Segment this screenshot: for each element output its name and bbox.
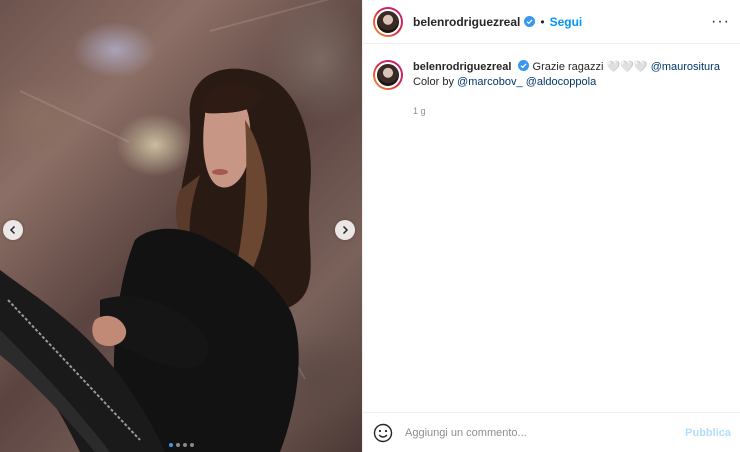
- mention-link[interactable]: @marcobov_: [457, 76, 523, 88]
- chevron-right-icon: [342, 225, 349, 235]
- carousel-dot: [182, 443, 187, 447]
- chevron-left-icon: [9, 225, 16, 235]
- post-caption: belenrodriguezreal Grazie ragazzi 🤍🤍🤍 @m…: [363, 44, 740, 119]
- instagram-post: belenrodriguezreal • Segui ··· belenrodr…: [0, 0, 740, 452]
- post-header: belenrodriguezreal • Segui ···: [363, 0, 740, 44]
- post-media[interactable]: [0, 0, 362, 452]
- woman-photo: [0, 68, 311, 452]
- comment-bar: Pubblica: [363, 412, 740, 452]
- more-horizontal-icon[interactable]: ···: [711, 13, 730, 29]
- author-username[interactable]: belenrodriguezreal: [413, 15, 520, 29]
- mention-link[interactable]: @maurositura: [651, 61, 720, 73]
- mention-link[interactable]: @aldocoppola: [526, 76, 597, 88]
- publish-button[interactable]: Pubblica: [685, 427, 731, 439]
- comment-input[interactable]: [405, 426, 675, 439]
- follow-button[interactable]: Segui: [550, 15, 583, 29]
- emoji-icon[interactable]: [373, 423, 393, 443]
- carousel-dot-active: [168, 443, 173, 447]
- caption-username[interactable]: belenrodriguezreal: [413, 61, 511, 73]
- post-sidebar: belenrodriguezreal • Segui ··· belenrodr…: [362, 0, 740, 452]
- next-slide-button[interactable]: [335, 220, 355, 240]
- verified-badge-icon: [524, 16, 536, 27]
- caption-hearts: 🤍🤍🤍: [606, 61, 648, 73]
- verified-badge-icon: [518, 60, 530, 71]
- caption-text: Grazie ragazzi: [532, 61, 604, 73]
- caption-avatar[interactable]: [373, 60, 403, 90]
- header-separator: •: [540, 14, 545, 29]
- post-timestamp[interactable]: 1 g: [413, 104, 730, 119]
- carousel-dot: [175, 443, 180, 447]
- carousel-indicator: [0, 443, 362, 447]
- author-avatar[interactable]: [373, 6, 403, 37]
- previous-slide-button[interactable]: [3, 220, 23, 240]
- caption-text: Color by: [413, 76, 454, 88]
- carousel-dot: [189, 443, 194, 447]
- caption-body: belenrodriguezreal Grazie ragazzi 🤍🤍🤍 @m…: [413, 60, 730, 119]
